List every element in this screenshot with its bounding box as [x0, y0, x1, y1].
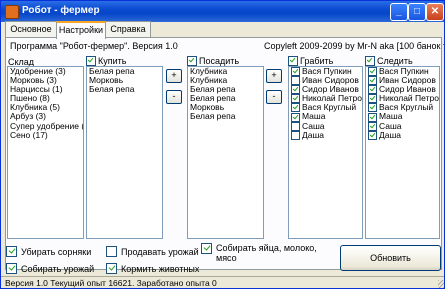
close-button[interactable]: ✕	[426, 3, 444, 21]
program-version-text: Программа "Робот-фермер". Версия 1.0	[10, 41, 178, 51]
item-checkbox[interactable]	[368, 94, 377, 104]
rob-list[interactable]: Вася Пупкин Иван Сидоров Сидор Иванов Никол…	[288, 66, 363, 239]
item-checkbox[interactable]	[368, 112, 377, 122]
item-checkbox[interactable]	[368, 85, 377, 95]
warehouse-list[interactable]: Удобрение (3) Морковь (3) Нарциссы (1) Пшен…	[7, 66, 84, 239]
rob-checkbox[interactable]	[288, 56, 298, 66]
list-item[interactable]: Сено (17)	[8, 130, 83, 140]
list-item[interactable]: Даша	[289, 129, 362, 140]
eggs-checkbox[interactable]	[201, 243, 212, 254]
option-harvest[interactable]: Собирать урожай	[6, 263, 94, 274]
list-item[interactable]: Даша	[366, 129, 439, 140]
eggs-label: Собирать яйца, молоко, мясо	[216, 243, 317, 263]
list-item[interactable]: Вася Круглый	[289, 103, 362, 113]
weeds-label: Убирать сорняки	[21, 246, 92, 257]
buy-checkbox[interactable]	[86, 56, 96, 66]
settings-panel: Программа "Робот-фермер". Версия 1.0 Cop…	[5, 37, 444, 270]
item-checkbox[interactable]	[291, 85, 300, 95]
rob-header[interactable]: Грабить	[288, 56, 333, 66]
add-button-2[interactable]: +	[266, 69, 282, 83]
app-icon	[5, 5, 19, 19]
list-item[interactable]: Вася Круглый	[366, 103, 439, 113]
item-checkbox[interactable]	[291, 94, 300, 104]
option-eggs[interactable]: Собирать яйца, молоко, мясо	[201, 243, 318, 263]
remove-button[interactable]: -	[166, 90, 182, 104]
follow-header[interactable]: Следить	[365, 56, 413, 66]
item-label: Даша	[302, 129, 325, 140]
buy-header[interactable]: Купить	[86, 56, 126, 66]
harvest-checkbox[interactable]	[6, 263, 17, 274]
list-item[interactable]: Саша	[366, 121, 439, 131]
item-checkbox[interactable]	[368, 76, 377, 86]
list-item[interactable]: Саша	[289, 121, 362, 131]
add-button[interactable]: +	[166, 69, 182, 83]
plant-list[interactable]: Клубника Клубника Белая репа Белая репа Морк…	[187, 66, 264, 239]
status-bar: Версия 1.0 Текущий опыт 16621. Заработан…	[1, 276, 444, 288]
rob-label: Грабить	[300, 56, 334, 66]
plant-label: Посадить	[199, 56, 240, 66]
item-checkbox[interactable]	[368, 67, 377, 77]
follow-label: Следить	[377, 56, 413, 66]
item-checkbox[interactable]	[291, 76, 300, 86]
remove-button-2[interactable]: -	[266, 90, 282, 104]
plant-checkbox[interactable]	[187, 56, 197, 66]
resize-grip-icon[interactable]	[438, 280, 444, 288]
update-button[interactable]: Обновить	[340, 245, 441, 271]
maximize-button[interactable]: □	[408, 3, 426, 21]
weeds-checkbox[interactable]	[6, 246, 17, 257]
feed-label: Кормить животных	[121, 263, 200, 274]
item-checkbox[interactable]	[368, 130, 377, 140]
item-checkbox[interactable]	[368, 103, 377, 113]
plant-header[interactable]: Посадить	[187, 56, 239, 66]
tab-main[interactable]: Основное	[5, 21, 57, 37]
list-item[interactable]: Маша	[289, 112, 362, 122]
follow-list[interactable]: Вася Пупкин Иван Сидоров Сидор Иванов Никол…	[365, 66, 440, 239]
status-text: Версия 1.0 Текущий опыт 16621. Заработан…	[5, 278, 217, 288]
buy-label: Купить	[98, 56, 127, 66]
harvest-label: Собирать урожай	[21, 263, 95, 274]
item-checkbox[interactable]	[368, 121, 377, 131]
list-item[interactable]: Белая репа	[87, 85, 162, 94]
item-checkbox[interactable]	[291, 130, 300, 140]
tab-settings[interactable]: Настройки	[56, 21, 106, 39]
item-checkbox[interactable]	[291, 121, 300, 131]
option-feed[interactable]: Кормить животных	[106, 263, 199, 274]
option-sell[interactable]: Продавать урожай	[106, 246, 199, 257]
buy-list[interactable]: Белая репа Морковь Белая репа	[86, 66, 163, 239]
follow-checkbox[interactable]	[365, 56, 375, 66]
window-title: Робот - фермер	[22, 5, 100, 16]
item-checkbox[interactable]	[291, 103, 300, 113]
list-item[interactable]: Маша	[366, 112, 439, 122]
title-bar[interactable]: Робот - фермер _ □ ✕	[1, 1, 444, 22]
minimize-button[interactable]: _	[390, 3, 408, 21]
tab-help[interactable]: Справка	[105, 21, 151, 37]
list-item[interactable]: Белая репа	[188, 112, 263, 121]
item-checkbox[interactable]	[291, 112, 300, 122]
copyright-text: Copyleft 2009-2099 by Mr-N aka [100 бано…	[264, 41, 444, 51]
sell-label: Продавать урожай	[121, 246, 199, 257]
option-weeds[interactable]: Убирать сорняки	[6, 246, 91, 257]
feed-checkbox[interactable]	[106, 263, 117, 274]
item-label: Даша	[379, 129, 402, 140]
main-window: Робот - фермер _ □ ✕ Основное Настройки …	[0, 0, 445, 289]
sell-checkbox[interactable]	[106, 246, 117, 257]
item-checkbox[interactable]	[291, 67, 300, 77]
